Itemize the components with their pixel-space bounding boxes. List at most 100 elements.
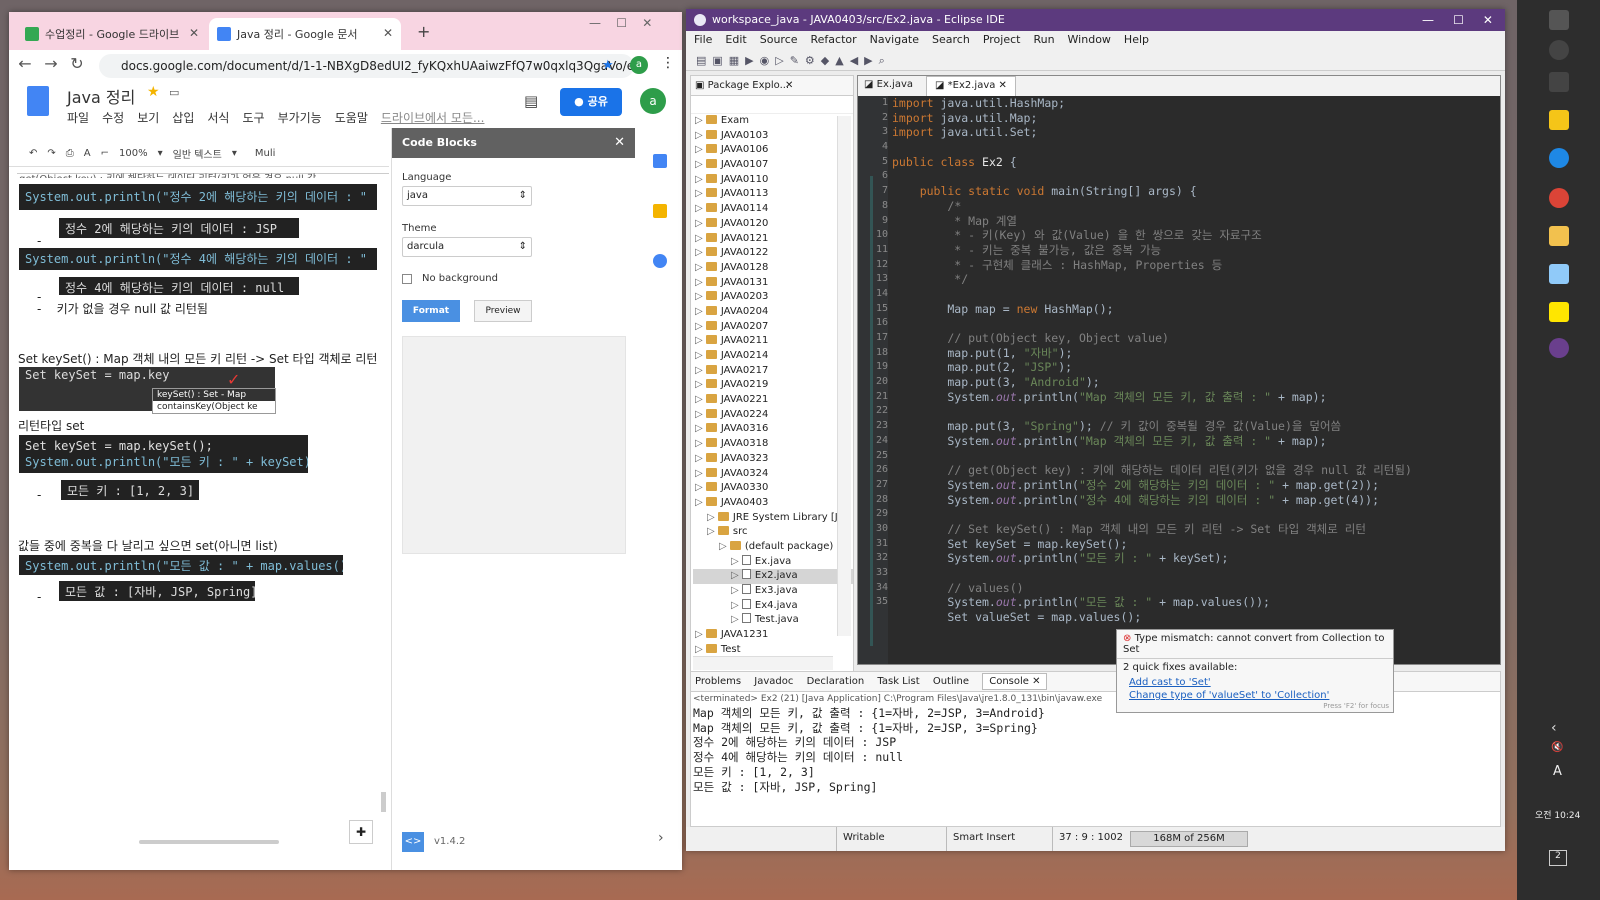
reload-icon[interactable]: ↻ bbox=[67, 54, 87, 73]
drive-link[interactable]: 드라이브에서 모든... bbox=[381, 111, 485, 125]
expand-icon[interactable]: ▷ bbox=[695, 130, 706, 141]
autocomplete-item[interactable]: containsKey(Object ke bbox=[153, 401, 275, 413]
menu-edit[interactable]: 수정 bbox=[102, 111, 124, 125]
tab-problems[interactable]: Problems bbox=[695, 676, 741, 687]
explorer-icon[interactable] bbox=[1549, 226, 1569, 246]
doc-title[interactable]: Java 정리 bbox=[67, 84, 135, 108]
tree-item[interactable]: ▷ JAVA0103 bbox=[693, 129, 853, 144]
tree-item[interactable]: ▷ JAVA0128 bbox=[693, 261, 853, 276]
sticky-notes-icon[interactable] bbox=[1549, 110, 1569, 130]
star-icon[interactable]: ★ bbox=[602, 58, 614, 73]
tree-item[interactable]: ▷ JAVA0219 bbox=[693, 378, 853, 393]
account-avatar[interactable]: a bbox=[640, 88, 666, 114]
volume-icon[interactable]: 🔇 bbox=[1551, 742, 1563, 753]
tree-item[interactable]: ▷ Ex3.java bbox=[693, 584, 853, 599]
expand-icon[interactable]: ▷ bbox=[695, 644, 706, 655]
tab-drive[interactable]: 수업정리 - Google 드라이브 ✕ bbox=[17, 18, 207, 50]
v-scrollbar[interactable] bbox=[837, 116, 851, 636]
tree-item[interactable]: ▷ JAVA0217 bbox=[693, 364, 853, 379]
notification-icon[interactable]: 2 bbox=[1549, 850, 1567, 866]
heap-status[interactable]: 168M of 256M bbox=[1130, 831, 1248, 847]
close-icon[interactable]: ✕ bbox=[383, 26, 393, 40]
menu-project[interactable]: Project bbox=[983, 33, 1021, 46]
window-controls[interactable]: — ☐ ✕ bbox=[589, 16, 652, 30]
expand-icon[interactable]: ▷ bbox=[731, 600, 742, 611]
code-block[interactable]: System.out.println("정수 4에 해당하는 키의 데이터 : … bbox=[19, 248, 377, 270]
h-scrollbar[interactable] bbox=[139, 840, 279, 844]
tree-item[interactable]: ▷ JRE System Library [Jav bbox=[693, 511, 853, 526]
tree-item[interactable]: ▷ JAVA0114 bbox=[693, 202, 853, 217]
expand-icon[interactable]: ▷ bbox=[695, 438, 706, 449]
profile-avatar[interactable]: a bbox=[630, 56, 648, 74]
menu-run[interactable]: Run bbox=[1033, 33, 1054, 46]
language-indicator[interactable]: A bbox=[1553, 764, 1562, 779]
folder-icon[interactable]: ▭ bbox=[169, 86, 179, 99]
clock[interactable]: 오전 10:24 bbox=[1535, 808, 1580, 821]
kakaotalk-icon[interactable] bbox=[1549, 302, 1569, 322]
menu-search[interactable]: Search bbox=[932, 33, 970, 46]
expand-icon[interactable]: ▷ bbox=[695, 409, 706, 420]
expand-icon[interactable]: ▷ bbox=[695, 365, 706, 376]
expand-icon[interactable]: ▷ bbox=[695, 335, 706, 346]
expand-icon[interactable]: ▷ bbox=[731, 614, 742, 625]
address-bar[interactable]: docs.google.com/document/d/1-1-NBXgD8edU… bbox=[99, 54, 634, 78]
expand-icon[interactable]: ▷ bbox=[695, 291, 706, 302]
tree-item[interactable]: ▷ JAVA0323 bbox=[693, 452, 853, 467]
tree-item[interactable]: ▷ JAVA0131 bbox=[693, 276, 853, 291]
tree-item[interactable]: ▷ JAVA0221 bbox=[693, 393, 853, 408]
expand-icon[interactable]: ▷ bbox=[695, 379, 706, 390]
quickfix-1[interactable]: Add cast to 'Set' bbox=[1117, 676, 1393, 689]
menu-file[interactable]: 파일 bbox=[67, 111, 89, 125]
expand-icon[interactable]: ▷ bbox=[695, 321, 706, 332]
expand-icon[interactable]: ▷ bbox=[695, 218, 706, 229]
menu-window[interactable]: Window bbox=[1068, 33, 1111, 46]
expand-icon[interactable]: ▷ bbox=[695, 350, 706, 361]
code-block[interactable]: System.out.println("정수 2에 해당하는 키의 데이터 : … bbox=[19, 184, 377, 210]
tree-item[interactable]: ▷ JAVA0224 bbox=[693, 408, 853, 423]
expand-icon[interactable]: ▷ bbox=[695, 115, 706, 126]
tree-item[interactable]: ▷ JAVA0203 bbox=[693, 290, 853, 305]
tab-declaration[interactable]: Declaration bbox=[807, 676, 865, 687]
paint-format-icon[interactable]: ⌐ bbox=[101, 148, 109, 159]
tree-item[interactable]: ▷ JAVA0324 bbox=[693, 467, 853, 482]
expand-icon[interactable]: ▷ bbox=[695, 468, 706, 479]
tree-item[interactable]: ▷ JAVA0207 bbox=[693, 320, 853, 335]
tree-item[interactable]: ▷ JAVA0107 bbox=[693, 158, 853, 173]
tab-outline[interactable]: Outline bbox=[933, 676, 969, 687]
no-background-checkbox[interactable] bbox=[402, 274, 412, 284]
spellcheck-icon[interactable]: A bbox=[84, 148, 91, 159]
expand-icon[interactable]: ▷ bbox=[695, 497, 706, 508]
menu-icon[interactable]: ⋮ bbox=[661, 55, 675, 71]
close-icon[interactable]: ✕ bbox=[614, 128, 625, 158]
tree-item[interactable]: ▷ JAVA0403 bbox=[693, 496, 853, 511]
expand-icon[interactable]: ▷ bbox=[731, 556, 742, 567]
expand-icon[interactable]: ▷ bbox=[695, 306, 706, 317]
print-icon[interactable]: ⎙ bbox=[66, 148, 74, 159]
tree-item[interactable]: ▷ Exam bbox=[693, 114, 853, 129]
menu-help[interactable]: Help bbox=[1124, 33, 1149, 46]
tree-item[interactable]: ▷ src bbox=[693, 525, 853, 540]
forward-icon[interactable]: → bbox=[41, 54, 61, 73]
tree-item[interactable]: ▷ JAVA0122 bbox=[693, 246, 853, 261]
tree-item[interactable]: ▷ JAVA0316 bbox=[693, 422, 853, 437]
expand-icon[interactable]: ▷ bbox=[695, 203, 706, 214]
tree-item[interactable]: ▷ Ex4.java bbox=[693, 598, 853, 614]
expand-icon[interactable]: ▷ bbox=[695, 262, 706, 273]
code-icon[interactable]: <> bbox=[402, 832, 424, 852]
tree-item[interactable]: ▷ (default package) bbox=[693, 540, 853, 555]
autocomplete-item[interactable]: keySet() : Set - Map bbox=[153, 389, 275, 401]
menu-refactor[interactable]: Refactor bbox=[811, 33, 857, 46]
font-select[interactable]: Muli bbox=[255, 148, 276, 159]
preview-button[interactable]: Preview bbox=[474, 300, 532, 322]
chevron-left-icon[interactable]: ‹ bbox=[1551, 720, 1557, 736]
tree-item[interactable]: ▷ JAVA0106 bbox=[693, 143, 853, 158]
menu-format[interactable]: 서식 bbox=[207, 111, 229, 125]
close-icon[interactable]: ✕ bbox=[189, 26, 199, 40]
expand-icon[interactable]: ▷ bbox=[695, 394, 706, 405]
expand-icon[interactable]: ▷ bbox=[695, 423, 706, 434]
code-block[interactable]: System.out.println("모든 값 : " + map.value… bbox=[19, 555, 343, 575]
editor-tab-ex[interactable]: ◪ Ex.java bbox=[864, 79, 913, 90]
expand-icon[interactable]: ▷ bbox=[695, 277, 706, 288]
code-block[interactable]: Set keySet = map.keySet(); System.out.pri… bbox=[19, 435, 308, 473]
tree-item[interactable]: ▷ Ex2.java bbox=[693, 569, 853, 584]
